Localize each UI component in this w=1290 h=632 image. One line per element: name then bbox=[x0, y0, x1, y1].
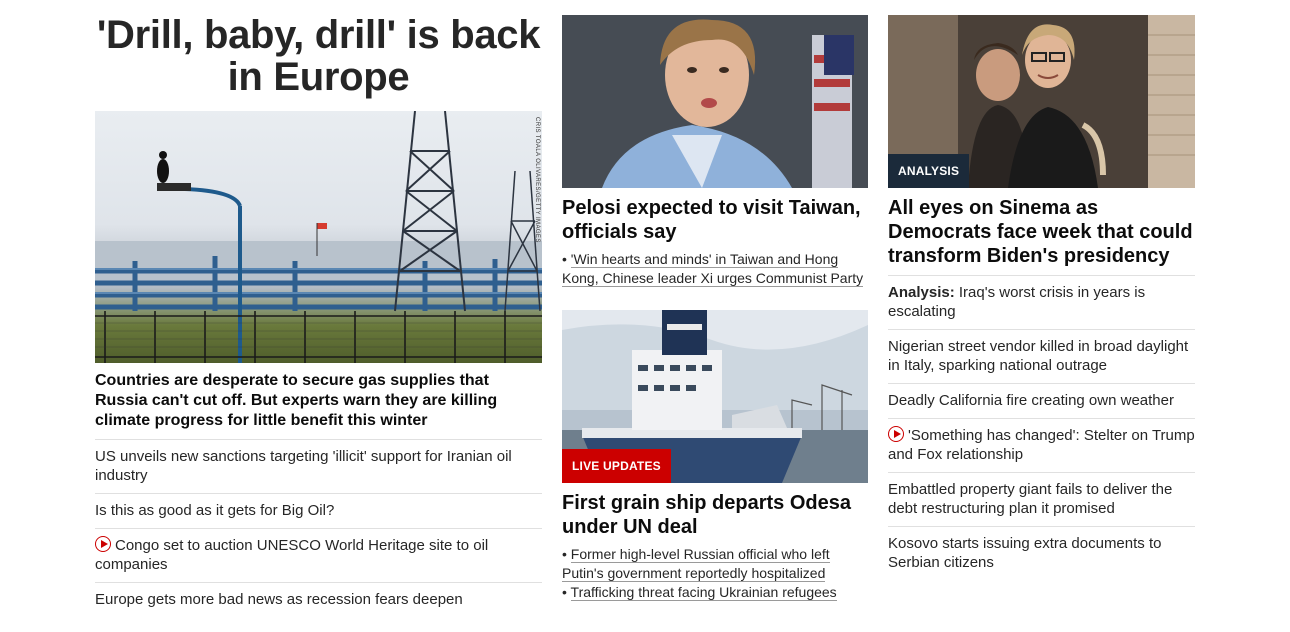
list-item[interactable]: Is this as good as it gets for Big Oil? bbox=[95, 494, 542, 529]
list-item[interactable]: Europe gets more bad news as recession f… bbox=[95, 583, 542, 617]
pelosi-image[interactable] bbox=[562, 15, 868, 188]
pelosi-related-links: • 'Win hearts and minds' in Taiwan and H… bbox=[562, 250, 868, 288]
list-item-text: 'Something has changed': Stelter on Trum… bbox=[888, 427, 1195, 463]
related-link[interactable]: • Former high-level Russian official who… bbox=[562, 545, 868, 583]
list-item[interactable]: 'Something has changed': Stelter on Trum… bbox=[888, 419, 1195, 473]
gas-plant-illustration bbox=[95, 111, 542, 363]
related-link[interactable]: • 'Win hearts and minds' in Taiwan and H… bbox=[562, 250, 868, 288]
analysis-kicker: Analysis: bbox=[888, 284, 955, 301]
sinema-headline[interactable]: All eyes on Sinema as Democrats face wee… bbox=[888, 196, 1195, 276]
list-item-text: Embattled property giant fails to delive… bbox=[888, 481, 1173, 517]
list-item[interactable]: Deadly California fire creating own weat… bbox=[888, 384, 1195, 419]
list-item-text: Is this as good as it gets for Big Oil? bbox=[95, 502, 335, 519]
list-item[interactable]: Nigerian street vendor killed in broad d… bbox=[888, 330, 1195, 384]
related-link[interactable]: • Trafficking threat facing Ukrainian re… bbox=[562, 583, 868, 602]
play-icon bbox=[95, 536, 111, 552]
list-item-text: Kosovo starts issuing extra documents to… bbox=[888, 535, 1162, 571]
play-icon bbox=[888, 426, 904, 442]
related-story-list: US unveils new sanctions targeting 'illi… bbox=[95, 440, 542, 617]
list-item[interactable]: Kosovo starts issuing extra documents to… bbox=[888, 527, 1195, 580]
main-story-column: 'Drill, baby, drill' is back in Europe C… bbox=[95, 0, 542, 617]
grain-ship-related-links: • Former high-level Russian official who… bbox=[562, 545, 868, 602]
related-link-text: 'Win hearts and minds' in Taiwan and Hon… bbox=[562, 251, 864, 287]
lead-story-headline[interactable]: Countries are desperate to secure gas su… bbox=[95, 371, 542, 440]
grain-ship-image[interactable]: LIVE UPDATES bbox=[562, 310, 868, 483]
tertiary-story-column: ANALYSIS All eyes on Sinema as Democrats… bbox=[888, 0, 1195, 580]
related-link-text: Trafficking threat facing Ukrainian refu… bbox=[570, 584, 837, 601]
list-item[interactable]: Analysis: Iraq's worst crisis in years i… bbox=[888, 276, 1195, 330]
related-story-list: Analysis: Iraq's worst crisis in years i… bbox=[888, 276, 1195, 580]
list-item-text: Europe gets more bad news as recession f… bbox=[95, 591, 463, 608]
list-item[interactable]: Congo set to auction UNESCO World Herita… bbox=[95, 529, 542, 583]
list-item[interactable]: US unveils new sanctions targeting 'illi… bbox=[95, 440, 542, 494]
list-item-text: Deadly California fire creating own weat… bbox=[888, 392, 1174, 409]
hero-image-gas-plant[interactable]: CRIS TOALA OLIVARES/GETTY IMAGES bbox=[95, 111, 542, 363]
list-item[interactable]: Embattled property giant fails to delive… bbox=[888, 473, 1195, 527]
related-link-text: Former high-level Russian official who l… bbox=[562, 546, 830, 582]
list-item-text: Nigerian street vendor killed in broad d… bbox=[888, 338, 1189, 374]
grain-ship-headline[interactable]: First grain ship departs Odesa under UN … bbox=[562, 491, 868, 539]
pelosi-headline[interactable]: Pelosi expected to visit Taiwan, officia… bbox=[562, 196, 868, 244]
list-item-text: US unveils new sanctions targeting 'illi… bbox=[95, 448, 512, 484]
list-item-text: Congo set to auction UNESCO World Herita… bbox=[95, 537, 489, 573]
pelosi-photo-illustration bbox=[562, 15, 868, 188]
live-updates-label: LIVE UPDATES bbox=[562, 449, 671, 483]
analysis-label: ANALYSIS bbox=[888, 154, 970, 188]
sinema-image[interactable]: ANALYSIS bbox=[888, 15, 1195, 188]
image-credit: CRIS TOALA OLIVARES/GETTY IMAGES bbox=[534, 117, 540, 243]
secondary-story-column: Pelosi expected to visit Taiwan, officia… bbox=[562, 0, 868, 602]
main-story-title[interactable]: 'Drill, baby, drill' is back in Europe bbox=[95, 14, 542, 98]
